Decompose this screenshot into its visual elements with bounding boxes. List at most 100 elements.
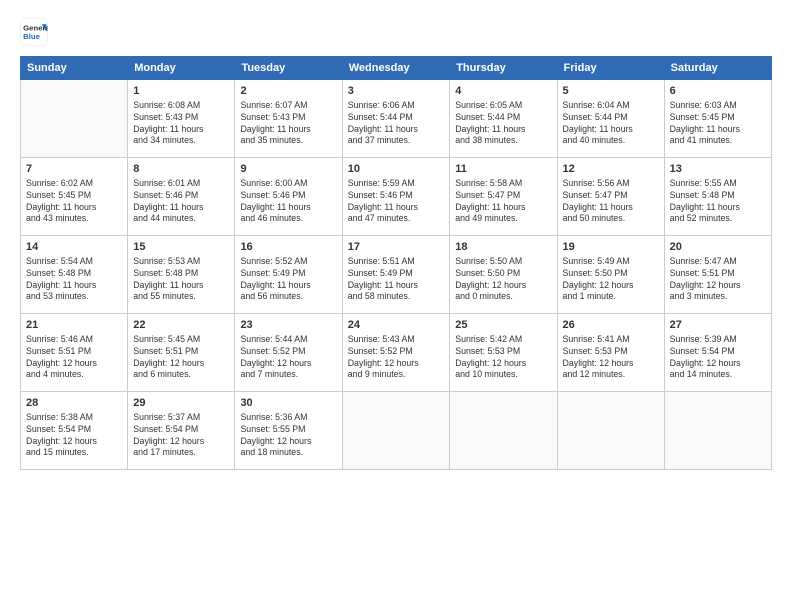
weekday-header: Saturday	[664, 57, 771, 80]
day-number: 21	[26, 318, 122, 333]
day-info: Sunrise: 6:04 AM Sunset: 5:44 PM Dayligh…	[563, 100, 659, 148]
day-number: 19	[563, 240, 659, 255]
day-info: Sunrise: 6:02 AM Sunset: 5:45 PM Dayligh…	[26, 178, 122, 226]
day-info: Sunrise: 6:03 AM Sunset: 5:45 PM Dayligh…	[670, 100, 766, 148]
day-number: 2	[240, 84, 336, 99]
calendar-cell: 29Sunrise: 5:37 AM Sunset: 5:54 PM Dayli…	[128, 392, 235, 470]
calendar-cell: 2Sunrise: 6:07 AM Sunset: 5:43 PM Daylig…	[235, 80, 342, 158]
calendar-cell: 15Sunrise: 5:53 AM Sunset: 5:48 PM Dayli…	[128, 236, 235, 314]
calendar-table: SundayMondayTuesdayWednesdayThursdayFrid…	[20, 56, 772, 470]
weekday-header: Friday	[557, 57, 664, 80]
calendar-cell: 7Sunrise: 6:02 AM Sunset: 5:45 PM Daylig…	[21, 158, 128, 236]
weekday-header: Monday	[128, 57, 235, 80]
day-number: 20	[670, 240, 766, 255]
day-number: 23	[240, 318, 336, 333]
day-number: 4	[455, 84, 551, 99]
day-info: Sunrise: 5:51 AM Sunset: 5:49 PM Dayligh…	[348, 256, 445, 304]
page: General Blue SundayMondayTuesdayWednesda…	[0, 0, 792, 612]
calendar-cell: 12Sunrise: 5:56 AM Sunset: 5:47 PM Dayli…	[557, 158, 664, 236]
logo: General Blue	[20, 18, 50, 46]
day-info: Sunrise: 5:56 AM Sunset: 5:47 PM Dayligh…	[563, 178, 659, 226]
calendar-cell: 6Sunrise: 6:03 AM Sunset: 5:45 PM Daylig…	[664, 80, 771, 158]
calendar-cell: 25Sunrise: 5:42 AM Sunset: 5:53 PM Dayli…	[450, 314, 557, 392]
day-info: Sunrise: 5:44 AM Sunset: 5:52 PM Dayligh…	[240, 334, 336, 382]
day-info: Sunrise: 5:53 AM Sunset: 5:48 PM Dayligh…	[133, 256, 229, 304]
svg-text:Blue: Blue	[23, 32, 41, 41]
calendar-cell	[557, 392, 664, 470]
calendar-cell	[342, 392, 450, 470]
calendar-week-row: 28Sunrise: 5:38 AM Sunset: 5:54 PM Dayli…	[21, 392, 772, 470]
day-number: 16	[240, 240, 336, 255]
calendar-cell: 18Sunrise: 5:50 AM Sunset: 5:50 PM Dayli…	[450, 236, 557, 314]
day-info: Sunrise: 6:06 AM Sunset: 5:44 PM Dayligh…	[348, 100, 445, 148]
day-number: 18	[455, 240, 551, 255]
day-number: 7	[26, 162, 122, 177]
day-number: 24	[348, 318, 445, 333]
logo-icon: General Blue	[20, 18, 48, 46]
calendar-cell: 9Sunrise: 6:00 AM Sunset: 5:46 PM Daylig…	[235, 158, 342, 236]
calendar-cell: 24Sunrise: 5:43 AM Sunset: 5:52 PM Dayli…	[342, 314, 450, 392]
day-number: 11	[455, 162, 551, 177]
weekday-header: Tuesday	[235, 57, 342, 80]
day-number: 28	[26, 396, 122, 411]
day-number: 30	[240, 396, 336, 411]
day-info: Sunrise: 5:58 AM Sunset: 5:47 PM Dayligh…	[455, 178, 551, 226]
calendar-cell: 3Sunrise: 6:06 AM Sunset: 5:44 PM Daylig…	[342, 80, 450, 158]
calendar-cell	[664, 392, 771, 470]
calendar-cell: 17Sunrise: 5:51 AM Sunset: 5:49 PM Dayli…	[342, 236, 450, 314]
weekday-header: Wednesday	[342, 57, 450, 80]
day-number: 27	[670, 318, 766, 333]
day-info: Sunrise: 5:38 AM Sunset: 5:54 PM Dayligh…	[26, 412, 122, 460]
day-info: Sunrise: 5:45 AM Sunset: 5:51 PM Dayligh…	[133, 334, 229, 382]
calendar-cell: 14Sunrise: 5:54 AM Sunset: 5:48 PM Dayli…	[21, 236, 128, 314]
day-info: Sunrise: 5:50 AM Sunset: 5:50 PM Dayligh…	[455, 256, 551, 304]
day-info: Sunrise: 5:41 AM Sunset: 5:53 PM Dayligh…	[563, 334, 659, 382]
day-info: Sunrise: 5:54 AM Sunset: 5:48 PM Dayligh…	[26, 256, 122, 304]
day-number: 17	[348, 240, 445, 255]
day-info: Sunrise: 5:52 AM Sunset: 5:49 PM Dayligh…	[240, 256, 336, 304]
day-info: Sunrise: 6:00 AM Sunset: 5:46 PM Dayligh…	[240, 178, 336, 226]
day-number: 10	[348, 162, 445, 177]
day-number: 26	[563, 318, 659, 333]
calendar-week-row: 7Sunrise: 6:02 AM Sunset: 5:45 PM Daylig…	[21, 158, 772, 236]
day-info: Sunrise: 5:46 AM Sunset: 5:51 PM Dayligh…	[26, 334, 122, 382]
calendar-cell: 23Sunrise: 5:44 AM Sunset: 5:52 PM Dayli…	[235, 314, 342, 392]
calendar-cell: 30Sunrise: 5:36 AM Sunset: 5:55 PM Dayli…	[235, 392, 342, 470]
calendar-cell: 19Sunrise: 5:49 AM Sunset: 5:50 PM Dayli…	[557, 236, 664, 314]
calendar-cell: 10Sunrise: 5:59 AM Sunset: 5:46 PM Dayli…	[342, 158, 450, 236]
calendar-cell: 26Sunrise: 5:41 AM Sunset: 5:53 PM Dayli…	[557, 314, 664, 392]
day-info: Sunrise: 6:05 AM Sunset: 5:44 PM Dayligh…	[455, 100, 551, 148]
calendar-cell: 11Sunrise: 5:58 AM Sunset: 5:47 PM Dayli…	[450, 158, 557, 236]
day-info: Sunrise: 5:42 AM Sunset: 5:53 PM Dayligh…	[455, 334, 551, 382]
calendar-cell: 13Sunrise: 5:55 AM Sunset: 5:48 PM Dayli…	[664, 158, 771, 236]
day-info: Sunrise: 6:01 AM Sunset: 5:46 PM Dayligh…	[133, 178, 229, 226]
day-number: 1	[133, 84, 229, 99]
day-info: Sunrise: 5:36 AM Sunset: 5:55 PM Dayligh…	[240, 412, 336, 460]
calendar-cell: 8Sunrise: 6:01 AM Sunset: 5:46 PM Daylig…	[128, 158, 235, 236]
day-info: Sunrise: 5:43 AM Sunset: 5:52 PM Dayligh…	[348, 334, 445, 382]
calendar-cell: 21Sunrise: 5:46 AM Sunset: 5:51 PM Dayli…	[21, 314, 128, 392]
weekday-header: Thursday	[450, 57, 557, 80]
day-number: 25	[455, 318, 551, 333]
calendar-cell	[450, 392, 557, 470]
calendar-week-row: 21Sunrise: 5:46 AM Sunset: 5:51 PM Dayli…	[21, 314, 772, 392]
day-info: Sunrise: 5:49 AM Sunset: 5:50 PM Dayligh…	[563, 256, 659, 304]
day-number: 12	[563, 162, 659, 177]
calendar-cell: 1Sunrise: 6:08 AM Sunset: 5:43 PM Daylig…	[128, 80, 235, 158]
day-info: Sunrise: 5:55 AM Sunset: 5:48 PM Dayligh…	[670, 178, 766, 226]
day-number: 22	[133, 318, 229, 333]
day-number: 3	[348, 84, 445, 99]
day-info: Sunrise: 5:37 AM Sunset: 5:54 PM Dayligh…	[133, 412, 229, 460]
day-number: 14	[26, 240, 122, 255]
header: General Blue	[20, 18, 772, 46]
day-info: Sunrise: 6:07 AM Sunset: 5:43 PM Dayligh…	[240, 100, 336, 148]
day-info: Sunrise: 5:47 AM Sunset: 5:51 PM Dayligh…	[670, 256, 766, 304]
day-number: 8	[133, 162, 229, 177]
calendar-cell: 4Sunrise: 6:05 AM Sunset: 5:44 PM Daylig…	[450, 80, 557, 158]
day-number: 29	[133, 396, 229, 411]
calendar-cell: 28Sunrise: 5:38 AM Sunset: 5:54 PM Dayli…	[21, 392, 128, 470]
day-info: Sunrise: 5:39 AM Sunset: 5:54 PM Dayligh…	[670, 334, 766, 382]
day-number: 9	[240, 162, 336, 177]
calendar-cell: 5Sunrise: 6:04 AM Sunset: 5:44 PM Daylig…	[557, 80, 664, 158]
calendar-header-row: SundayMondayTuesdayWednesdayThursdayFrid…	[21, 57, 772, 80]
